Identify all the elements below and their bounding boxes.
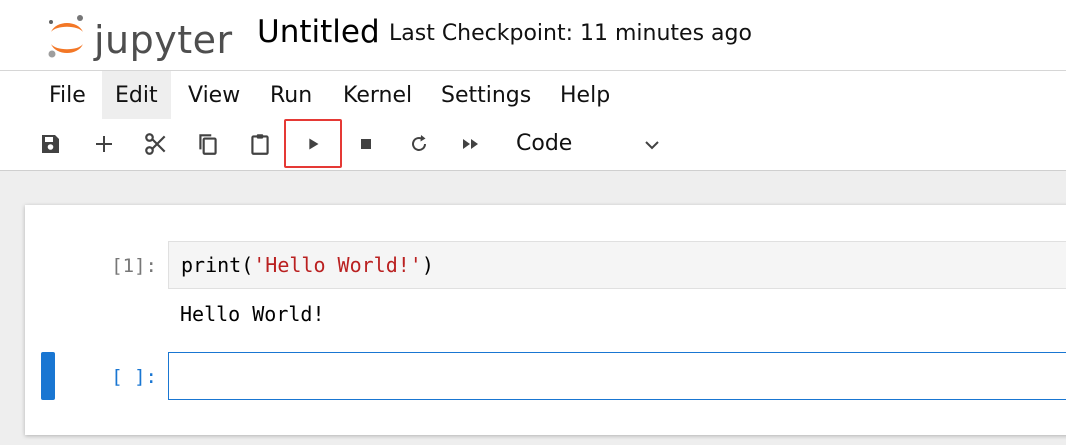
- menu-edit[interactable]: Edit: [102, 71, 171, 120]
- cell-prompt: [1]:: [111, 255, 157, 277]
- stop-button[interactable]: [348, 126, 384, 162]
- code-cell-input[interactable]: print('Hello World!'): [168, 241, 1066, 289]
- save-button[interactable]: [32, 126, 68, 162]
- copy-icon: [199, 134, 217, 155]
- cut-button[interactable]: [138, 126, 174, 162]
- add-cell-icon: [96, 136, 112, 152]
- run-all-button[interactable]: [453, 126, 489, 162]
- copy-button[interactable]: [190, 126, 226, 162]
- menu-file[interactable]: File: [36, 71, 99, 120]
- code-string: 'Hello World!': [253, 253, 422, 277]
- restart-kernel-button[interactable]: [401, 126, 437, 162]
- menu-help[interactable]: Help: [547, 71, 623, 120]
- last-checkpoint-text: Last Checkpoint: 11 minutes ago: [389, 21, 752, 46]
- cell-type-select[interactable]: Code: [516, 127, 572, 161]
- save-icon: [42, 135, 59, 153]
- stop-icon: [361, 139, 371, 149]
- notebook-panel: [1]: print('Hello World!') Hello World! …: [25, 205, 1066, 435]
- run-icon: [309, 138, 319, 149]
- paste-button[interactable]: [242, 126, 278, 162]
- restart-icon: [412, 135, 426, 151]
- code-close-paren: ): [421, 253, 434, 277]
- notebook-title[interactable]: Untitled: [257, 14, 380, 50]
- cut-icon: [145, 133, 166, 155]
- paste-icon: [251, 134, 269, 155]
- run-all-icon: [463, 139, 478, 149]
- notebook-area: [1]: print('Hello World!') Hello World! …: [0, 171, 1066, 445]
- menu-bar: File Edit View Run Kernel Settings Help: [0, 70, 1066, 120]
- code-text: print('Hello World!'): [181, 253, 434, 277]
- menu-run[interactable]: Run: [257, 71, 325, 120]
- menu-kernel[interactable]: Kernel: [330, 71, 425, 120]
- notebook-toolbar: Code: [0, 119, 1066, 171]
- code-function: print(: [181, 253, 254, 277]
- cell-prompt-active: [ ]:: [111, 366, 157, 388]
- run-button[interactable]: [284, 119, 342, 168]
- logo-text: jupyter: [94, 18, 233, 62]
- menu-view[interactable]: View: [175, 71, 253, 120]
- add-cell-button[interactable]: [86, 126, 122, 162]
- chevron-down-icon[interactable]: [640, 133, 664, 157]
- code-cell-input-active[interactable]: [168, 352, 1066, 400]
- jupyter-logo[interactable]: jupyter: [46, 10, 246, 62]
- cell-output: Hello World!: [180, 302, 325, 326]
- menu-settings[interactable]: Settings: [428, 71, 544, 120]
- jupyter-logo-icon: [48, 15, 83, 58]
- notebook-header: jupyter Untitled Last Checkpoint: 11 min…: [0, 0, 1066, 70]
